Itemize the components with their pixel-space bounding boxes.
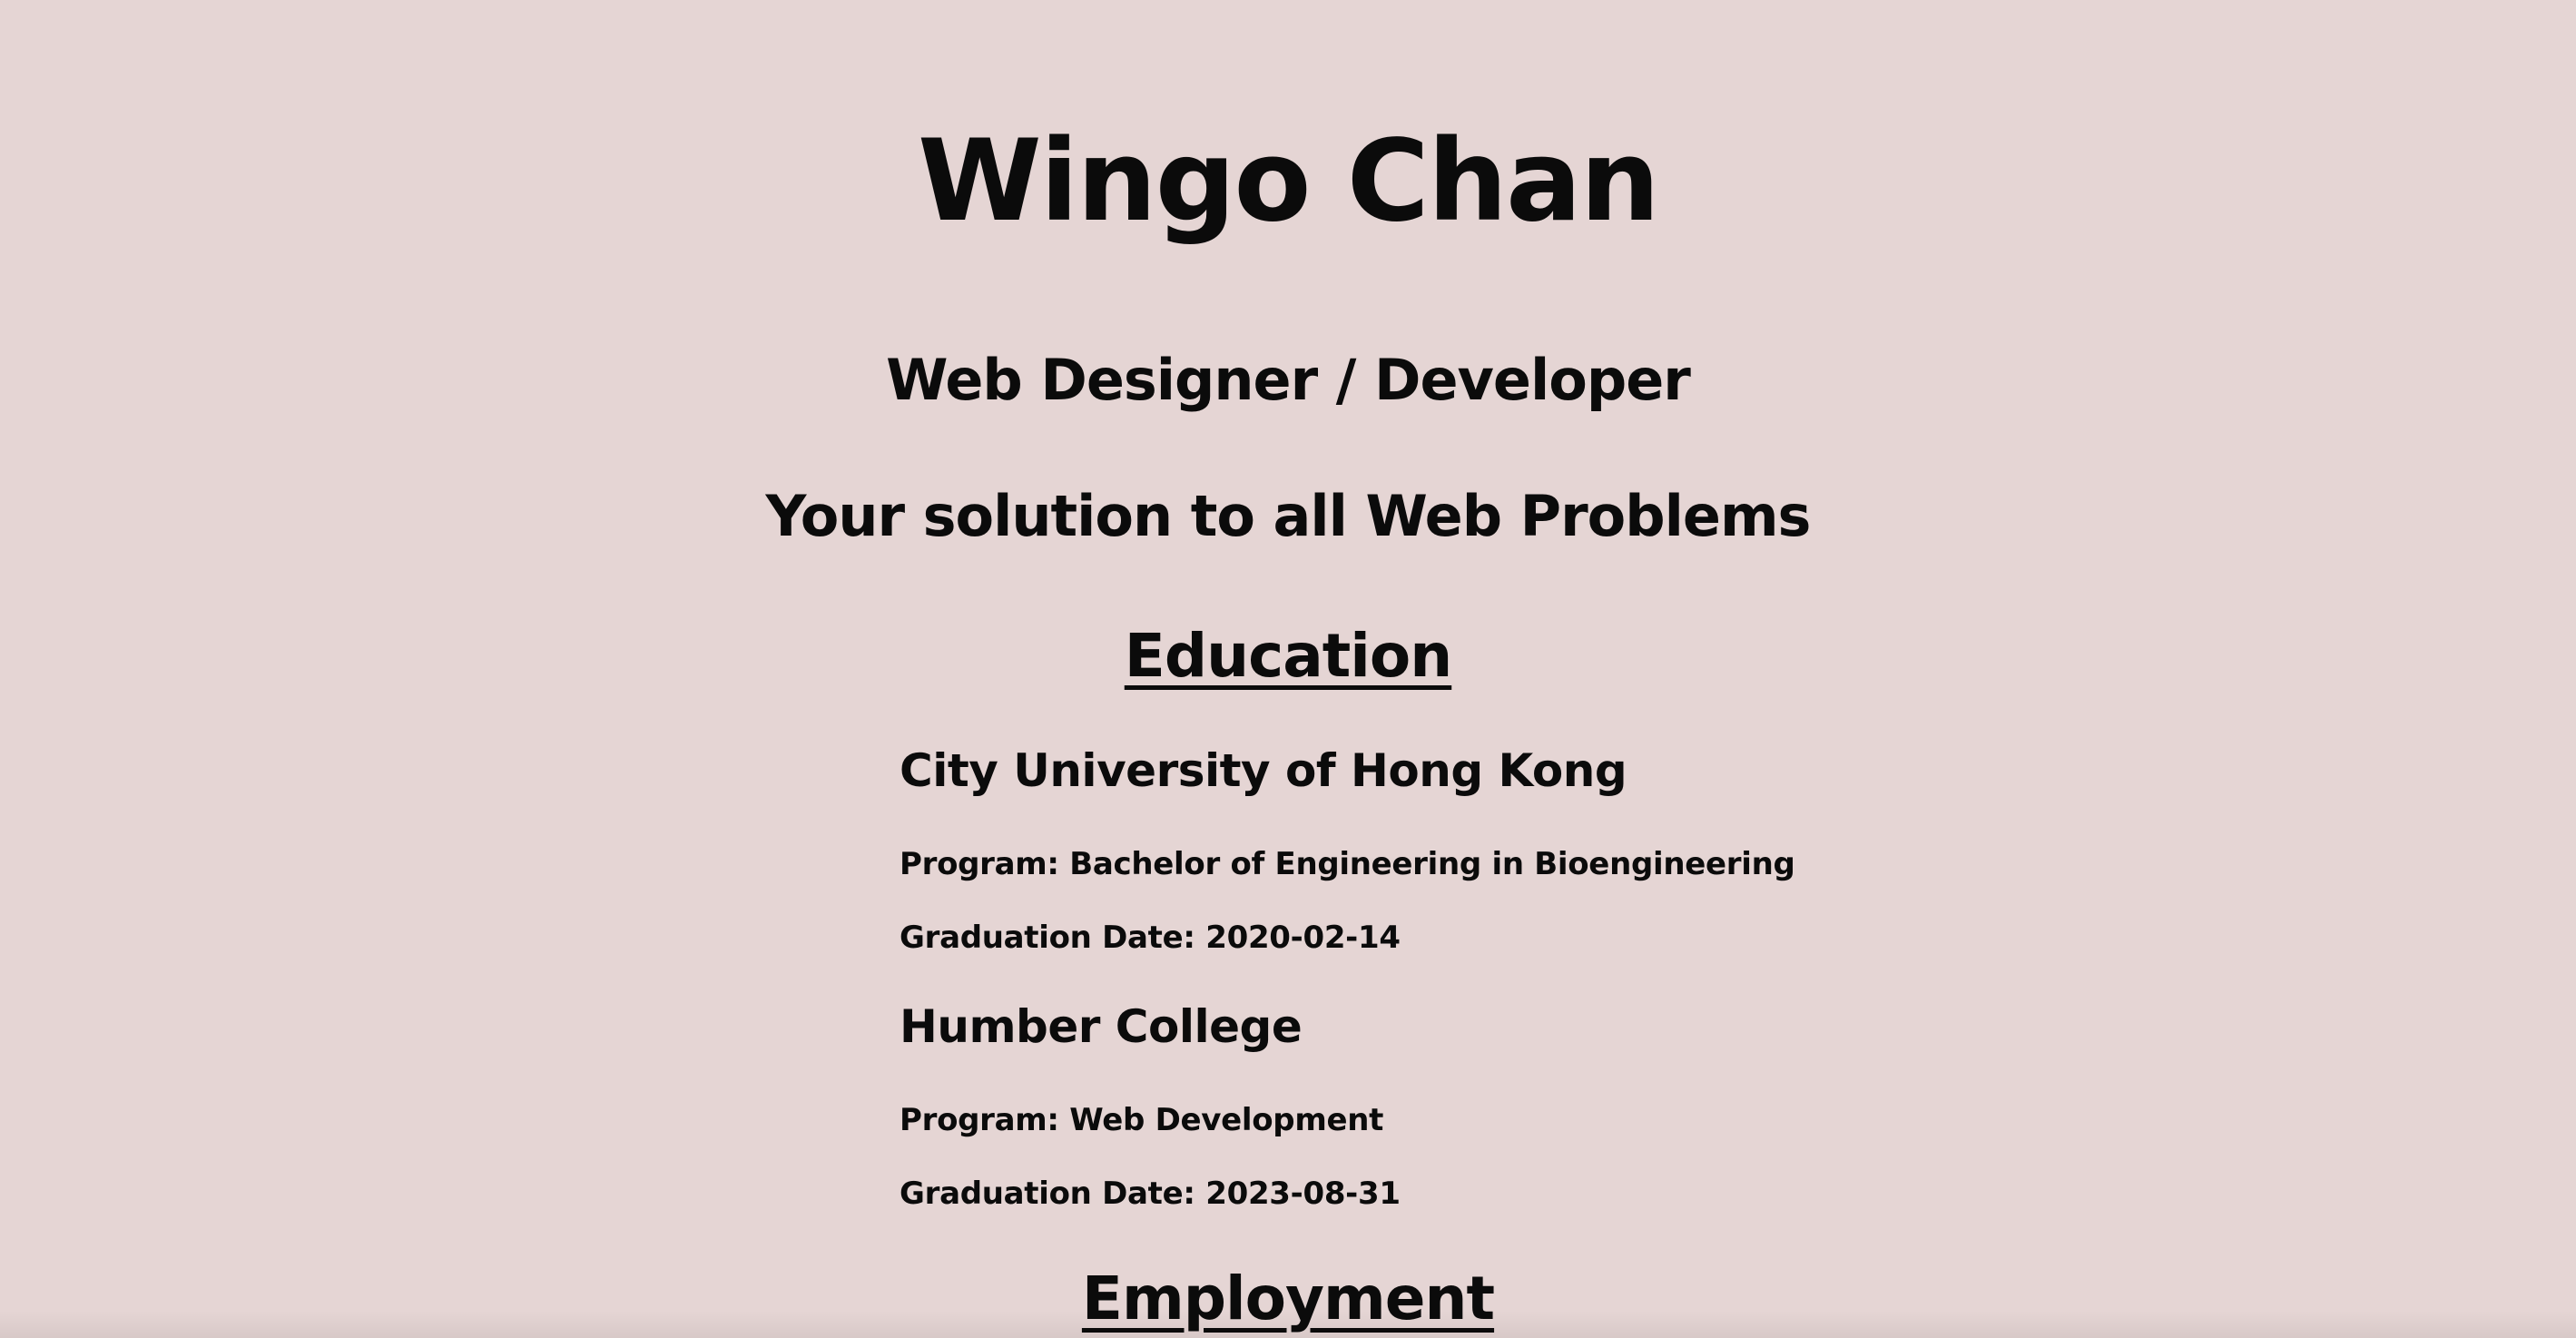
page-title: Wingo Chan (918, 116, 1660, 247)
tagline: Your solution to all Web Problems (765, 483, 1812, 549)
role-subtitle: Web Designer / Developer (886, 347, 1691, 413)
education-graduation-date: Graduation Date: 2023-08-31 (900, 1176, 1401, 1212)
education-school-name: City University of Hong Kong (900, 744, 1627, 797)
education-program: Program: Web Development (900, 1102, 1384, 1138)
education-school-name: Humber College (900, 1000, 1303, 1053)
education-heading: Education (1124, 621, 1452, 691)
education-graduation-date: Graduation Date: 2020-02-14 (900, 920, 1401, 956)
education-program: Program: Bachelor of Engineering in Bioe… (900, 846, 1795, 882)
bottom-edge-shadow (0, 1311, 2576, 1338)
resume-page: Wingo Chan Web Designer / Developer Your… (0, 0, 2576, 1338)
